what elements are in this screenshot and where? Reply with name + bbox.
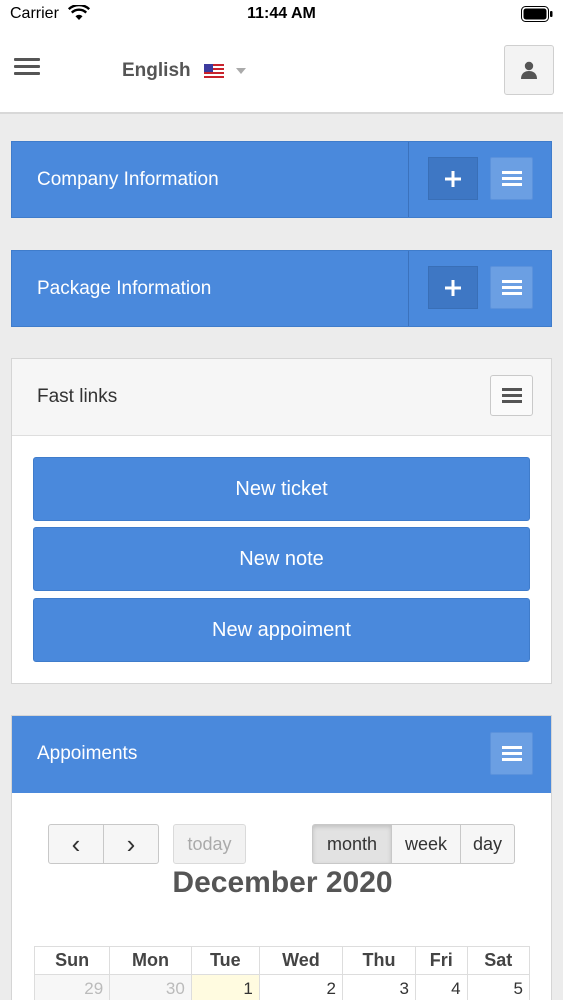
language-label: English bbox=[122, 60, 191, 81]
add-company-button[interactable] bbox=[428, 157, 478, 200]
panel-title: Company Information bbox=[37, 169, 219, 190]
weekday-header: Fri bbox=[415, 946, 468, 975]
list-menu-icon bbox=[501, 277, 522, 298]
weekday-header: Sat bbox=[466, 946, 531, 975]
us-flag-icon bbox=[203, 64, 224, 78]
calendar-next-button[interactable]: › bbox=[103, 824, 159, 864]
panel-header: Fast links bbox=[12, 359, 551, 436]
status-bar: Carrier 11:44 AM bbox=[0, 0, 563, 30]
calendar-day-cell[interactable]: 29 bbox=[33, 974, 111, 1000]
calendar-day-cell[interactable]: 3 bbox=[341, 974, 417, 1000]
hamburger-menu-icon[interactable] bbox=[14, 58, 40, 78]
appointments-panel: Appoiments ‹ › today month week day Dece… bbox=[11, 715, 552, 1000]
weekday-header: Thu bbox=[341, 946, 417, 975]
divider bbox=[408, 142, 409, 217]
calendar-day-cell[interactable]: 30 bbox=[109, 974, 192, 1000]
package-menu-button[interactable] bbox=[490, 266, 533, 309]
divider bbox=[408, 251, 409, 326]
day-view-button[interactable]: day bbox=[460, 824, 515, 864]
panel-title: Fast links bbox=[37, 386, 118, 407]
calendar-grid: Sun Mon Tue Wed Thu Fri Sat 29 30 1 2 3 … bbox=[33, 946, 531, 1000]
calendar-day-cell[interactable]: 1 bbox=[190, 974, 260, 1000]
weekday-header: Wed bbox=[258, 946, 343, 975]
calendar-day-cell[interactable]: 2 bbox=[258, 974, 343, 1000]
plus-icon bbox=[445, 279, 461, 296]
user-icon bbox=[521, 61, 537, 79]
week-view-button[interactable]: week bbox=[391, 824, 461, 864]
status-time: 11:44 AM bbox=[247, 5, 316, 22]
panel-title: Package Information bbox=[37, 278, 212, 299]
calendar-day-cell[interactable]: 5 bbox=[466, 974, 531, 1000]
weekday-header: Mon bbox=[109, 946, 192, 975]
fast-links-panel: Fast links New ticket New note New appoi… bbox=[11, 358, 552, 684]
list-menu-icon bbox=[501, 385, 522, 406]
calendar-title: December 2020 bbox=[172, 866, 393, 899]
calendar-day-cell[interactable]: 4 bbox=[415, 974, 468, 1000]
weekday-header: Tue bbox=[190, 946, 260, 975]
language-selector[interactable]: English bbox=[122, 56, 246, 86]
fast-links-menu-button[interactable] bbox=[490, 375, 533, 416]
panel-header: Appoiments bbox=[12, 716, 551, 793]
list-menu-icon bbox=[501, 168, 522, 189]
appointments-menu-button[interactable] bbox=[490, 732, 533, 775]
app-header: English bbox=[0, 30, 563, 114]
chevron-down-icon bbox=[235, 68, 246, 74]
chevron-left-icon: ‹ bbox=[71, 828, 81, 859]
chevron-right-icon: › bbox=[126, 828, 136, 859]
user-profile-button[interactable] bbox=[504, 45, 554, 95]
company-menu-button[interactable] bbox=[490, 157, 533, 200]
add-package-button[interactable] bbox=[428, 266, 478, 309]
month-view-button[interactable]: month bbox=[312, 824, 392, 864]
calendar-today-button[interactable]: today bbox=[173, 824, 246, 864]
new-appointment-button[interactable]: New appoiment bbox=[33, 598, 530, 662]
calendar-prev-button[interactable]: ‹ bbox=[48, 824, 104, 864]
plus-icon bbox=[445, 170, 461, 187]
panel-title: Appoiments bbox=[37, 743, 138, 764]
new-note-button[interactable]: New note bbox=[33, 527, 530, 591]
weekday-header: Sun bbox=[33, 946, 111, 975]
battery-icon bbox=[521, 6, 553, 22]
package-information-panel: Package Information bbox=[11, 250, 552, 327]
new-ticket-button[interactable]: New ticket bbox=[33, 457, 530, 521]
company-information-panel: Company Information bbox=[11, 141, 552, 218]
list-menu-icon bbox=[501, 743, 522, 764]
